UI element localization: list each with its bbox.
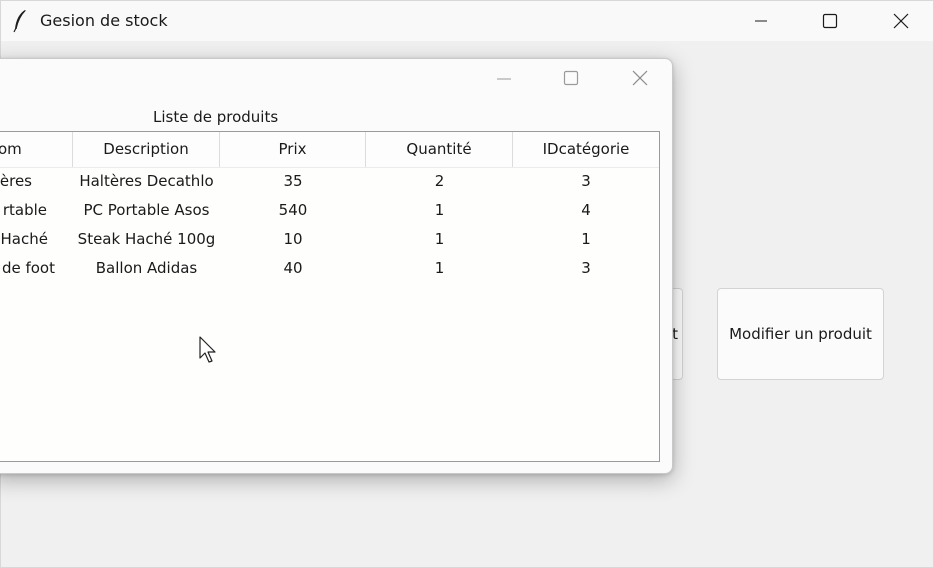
cell-quantite: 1 bbox=[434, 201, 445, 219]
cell-nom: Haché bbox=[0, 230, 48, 248]
child-minimize-button[interactable] bbox=[481, 61, 527, 99]
modify-product-button-label: Modifier un produit bbox=[729, 325, 872, 343]
maximize-icon bbox=[822, 13, 838, 29]
minimize-icon bbox=[754, 14, 768, 28]
child-close-button[interactable] bbox=[617, 61, 663, 99]
cell-quantite: 1 bbox=[434, 230, 445, 248]
table-header: om Description Prix Quantité IDcatégorie bbox=[0, 132, 659, 168]
cell-description: Steak Haché 100g bbox=[77, 230, 216, 248]
cell-quantite: 1 bbox=[434, 259, 445, 277]
window-title: Gesion de stock bbox=[40, 11, 168, 30]
minimize-button[interactable] bbox=[738, 1, 784, 41]
cell-description: Haltères Decathlo bbox=[79, 172, 214, 190]
cell-prix: 35 bbox=[283, 172, 303, 190]
cell-prix: 10 bbox=[283, 230, 303, 248]
maximize-button[interactable] bbox=[807, 1, 853, 41]
table-row[interactable]: de foot Ballon Adidas 40 1 3 bbox=[0, 254, 659, 283]
cell-nom: de foot bbox=[1, 259, 55, 277]
column-header-quantite[interactable]: Quantité bbox=[366, 132, 513, 167]
minimize-icon bbox=[496, 71, 512, 90]
close-button[interactable] bbox=[878, 1, 924, 41]
table-row[interactable]: Haché Steak Haché 100g 10 1 1 bbox=[0, 225, 659, 254]
table-row[interactable]: rtable PC Portable Asos 540 1 4 bbox=[0, 196, 659, 225]
cell-idcategorie: 4 bbox=[581, 201, 591, 219]
cell-description: Ballon Adidas bbox=[95, 259, 198, 277]
cell-idcategorie: 3 bbox=[581, 259, 591, 277]
product-table[interactable]: om Description Prix Quantité IDcatégorie… bbox=[0, 131, 660, 462]
cell-nom: rtable bbox=[2, 201, 47, 219]
cell-idcategorie: 3 bbox=[581, 172, 591, 190]
close-icon bbox=[893, 13, 909, 29]
child-maximize-button[interactable] bbox=[548, 61, 594, 99]
cell-prix: 40 bbox=[283, 259, 303, 277]
feather-icon bbox=[11, 9, 31, 33]
maximize-icon bbox=[563, 70, 579, 90]
column-header-description[interactable]: Description bbox=[73, 132, 220, 167]
column-header-nom[interactable]: om bbox=[0, 132, 73, 167]
modify-product-button[interactable]: Modifier un produit bbox=[717, 288, 884, 380]
cell-idcategorie: 1 bbox=[581, 230, 591, 248]
column-header-idcategorie[interactable]: IDcatégorie bbox=[513, 132, 659, 167]
column-header-prix[interactable]: Prix bbox=[220, 132, 366, 167]
cell-description: PC Portable Asos bbox=[83, 201, 210, 219]
table-row[interactable]: ères Haltères Decathlo 35 2 3 bbox=[0, 167, 659, 196]
cell-nom: ères bbox=[0, 172, 32, 190]
titlebar[interactable]: Gesion de stock bbox=[1, 1, 933, 41]
cell-quantite: 2 bbox=[434, 172, 445, 190]
cell-prix: 540 bbox=[278, 201, 308, 219]
close-icon bbox=[632, 70, 648, 90]
product-list-window: Liste de produits om Description Prix Qu… bbox=[0, 58, 673, 474]
mouse-cursor-icon bbox=[199, 336, 219, 364]
product-list-label: Liste de produits bbox=[153, 108, 279, 126]
